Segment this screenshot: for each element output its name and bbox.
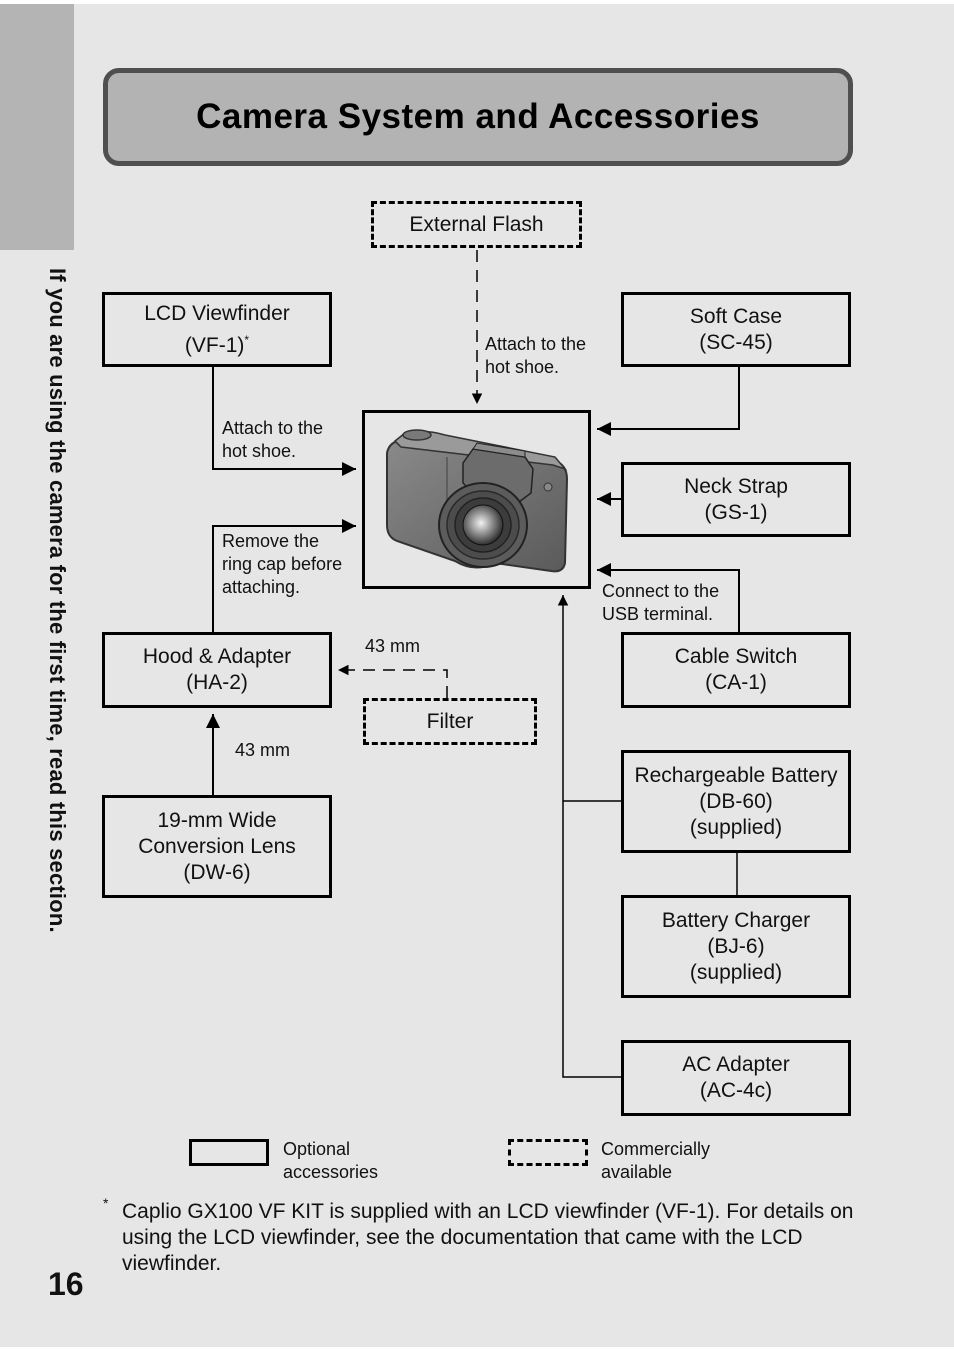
- rechargeable-battery-box: Rechargeable Battery (DB-60) (supplied): [621, 750, 851, 853]
- viewfinder-note-line1: Attach to the: [222, 418, 324, 438]
- battery-name: Rechargeable Battery: [634, 763, 838, 787]
- footnote-marker: *: [244, 332, 250, 347]
- usb-note-line1: Connect to the: [602, 581, 720, 601]
- ring-cap-note: Remove the ring cap before attaching.: [222, 530, 342, 599]
- ring-cap-note-line1: Remove the: [222, 531, 320, 551]
- softcase-connector: [597, 366, 740, 436]
- ac-adapter-box: AC Adapter (AC-4c): [621, 1040, 851, 1116]
- charger-name: Battery Charger: [661, 908, 811, 932]
- lcd-viewfinder-model-line: (VF-1)*: [185, 327, 249, 359]
- ring-cap-note-line2: ring cap before: [222, 554, 343, 574]
- cable-switch-name: Cable Switch: [674, 645, 798, 668]
- hood-adapter-name: Hood & Adapter: [142, 645, 292, 668]
- cable-switch-box: Cable Switch (CA-1): [621, 632, 851, 708]
- camera-box: [362, 410, 591, 589]
- hood-adapter-model: (HA-2): [186, 671, 248, 694]
- filter-size-label: 43 mm: [365, 636, 421, 656]
- lcd-viewfinder-name: LCD Viewfinder: [144, 301, 290, 325]
- legend-solid-line2: accessories: [283, 1162, 379, 1182]
- filter-connector: [338, 664, 448, 698]
- flash-note-line1: Attach to the: [485, 334, 587, 354]
- wide-lens-name-line1: 19-mm Wide: [157, 808, 277, 832]
- legend-dashed-line1: Commercially: [601, 1139, 711, 1159]
- legend-solid-label: Optional accessories: [283, 1138, 378, 1184]
- flash-note-line2: hot shoe.: [485, 357, 560, 377]
- lcd-viewfinder-model: (VF-1): [184, 333, 245, 357]
- neck-strap-name: Neck Strap: [684, 474, 788, 498]
- footnote-text: Caplio GX100 VF KIT is supplied with an …: [122, 1200, 854, 1275]
- external-flash-label: External Flash: [409, 212, 544, 236]
- soft-case-box: Soft Case (SC-45): [621, 292, 851, 367]
- filter-box: Filter: [363, 698, 537, 745]
- flash-note: Attach to the hot shoe.: [485, 333, 586, 379]
- wide-lens-name-line2: Conversion Lens: [138, 834, 296, 858]
- soft-case-name: Soft Case: [689, 304, 783, 328]
- legend-solid-line1: Optional: [283, 1139, 351, 1159]
- page-number: 16: [48, 1266, 84, 1302]
- charger-model: (BJ-6): [707, 934, 765, 958]
- hood-adapter-box: Hood & Adapter (HA-2): [102, 632, 332, 708]
- legend-dashed-label: Commercially available: [601, 1138, 710, 1184]
- legend-dashed-line2: available: [601, 1162, 673, 1182]
- camera-image: [386, 429, 569, 573]
- neck-strap-box: Neck Strap (GS-1): [621, 462, 851, 537]
- legend-solid-swatch: [189, 1139, 269, 1166]
- usb-note: Connect to the USB terminal.: [602, 580, 719, 626]
- viewfinder-note: Attach to the hot shoe.: [222, 417, 323, 463]
- footnote-star: *: [103, 1195, 109, 1211]
- viewfinder-note-line2: hot shoe.: [222, 441, 297, 461]
- lcd-viewfinder-box: LCD Viewfinder (VF-1)*: [102, 292, 332, 367]
- ac-adapter-model: (AC-4c): [699, 1079, 773, 1102]
- soft-case-model: (SC-45): [699, 330, 773, 354]
- wide-conversion-lens-box: 19-mm Wide Conversion Lens (DW-6): [102, 795, 332, 898]
- power-connector: [557, 595, 622, 1078]
- battery-charger-box: Battery Charger (BJ-6) (supplied): [621, 895, 851, 998]
- ring-cap-note-line3: attaching.: [222, 577, 301, 597]
- legend-dashed-swatch: [508, 1139, 588, 1166]
- battery-model: (DB-60): [699, 789, 773, 813]
- lens-size-label: 43 mm: [235, 740, 291, 760]
- charger-supplied-note: (supplied): [689, 960, 783, 984]
- wide-lens-model: (DW-6): [183, 860, 251, 884]
- neck-strap-model: (GS-1): [704, 500, 768, 524]
- external-flash-box: External Flash: [371, 201, 582, 248]
- usb-note-line2: USB terminal.: [602, 604, 714, 624]
- filter-label: Filter: [426, 709, 474, 733]
- cable-switch-model: (CA-1): [705, 671, 767, 694]
- ac-adapter-name: AC Adapter: [682, 1053, 790, 1076]
- battery-supplied-note: (supplied): [689, 815, 783, 839]
